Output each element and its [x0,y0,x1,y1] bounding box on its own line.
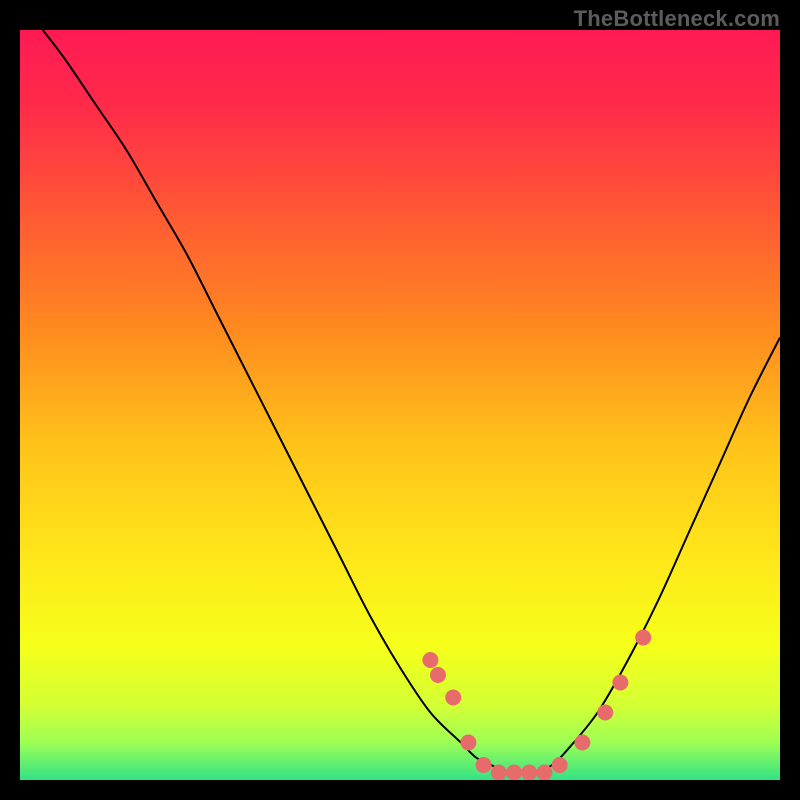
bottleneck-curve [43,30,780,773]
highlight-dots [422,630,651,781]
highlight-dot [430,667,446,683]
highlight-dot [521,765,537,781]
highlight-dot [422,652,438,668]
highlight-dot [460,735,476,751]
highlight-dot [445,690,461,706]
highlight-dot [506,765,522,781]
watermark-text: TheBottleneck.com [574,6,780,32]
highlight-dot [574,735,590,751]
highlight-dot [612,675,628,691]
highlight-dot [635,630,651,646]
curve-layer [20,30,780,780]
highlight-dot [476,757,492,773]
highlight-dot [536,765,552,781]
highlight-dot [552,757,568,773]
highlight-dot [597,705,613,721]
chart-container: TheBottleneck.com [0,0,800,800]
highlight-dot [491,765,507,781]
plot-area [20,30,780,780]
